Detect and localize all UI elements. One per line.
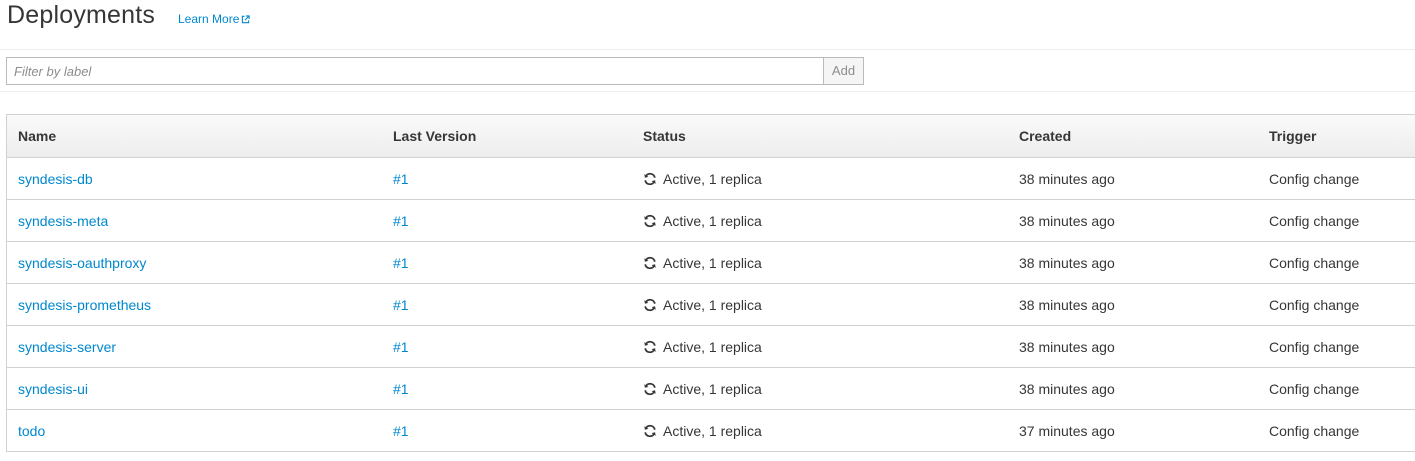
status-cell: Active, 1 replica <box>643 158 762 200</box>
table-row: syndesis-db #1 Active, 1 replica 38 minu… <box>7 158 1415 200</box>
created-text: 38 minutes ago <box>1019 297 1115 313</box>
last-version-link[interactable]: #1 <box>393 284 409 326</box>
last-version-link[interactable]: #1 <box>393 368 409 410</box>
sync-icon <box>644 298 656 312</box>
status-text: Active, 1 replica <box>663 255 762 271</box>
status-cell: Active, 1 replica <box>643 410 762 452</box>
table-row: syndesis-meta #1 Active, 1 replica 38 mi… <box>7 200 1415 242</box>
created-text: 38 minutes ago <box>1019 255 1115 271</box>
last-version-link[interactable]: #1 <box>393 242 409 284</box>
trigger-text: Config change <box>1269 213 1360 229</box>
column-header-trigger[interactable]: Trigger <box>1269 115 1316 157</box>
deployment-name-link[interactable]: syndesis-prometheus <box>18 284 151 326</box>
sync-icon <box>644 172 656 186</box>
page-title: Deployments <box>7 1 156 29</box>
table-row: syndesis-prometheus #1 Active, 1 replica… <box>7 284 1415 326</box>
sync-icon <box>644 382 656 396</box>
deployment-name-link[interactable]: syndesis-db <box>18 158 93 200</box>
sync-icon <box>644 214 656 228</box>
learn-more-link[interactable]: Learn More <box>178 12 251 26</box>
trigger-text: Config change <box>1269 381 1360 397</box>
created-text: 37 minutes ago <box>1019 423 1115 439</box>
sync-icon <box>644 256 656 270</box>
page-header: Deployments Learn More <box>0 0 1415 50</box>
last-version-link[interactable]: #1 <box>393 326 409 368</box>
sync-icon <box>644 340 656 354</box>
status-cell: Active, 1 replica <box>643 200 762 242</box>
deployment-name-link[interactable]: todo <box>18 410 45 452</box>
status-cell: Active, 1 replica <box>643 326 762 368</box>
trigger-text: Config change <box>1269 171 1360 187</box>
status-text: Active, 1 replica <box>663 423 762 439</box>
column-header-last-version[interactable]: Last Version <box>393 115 476 157</box>
deployment-name-link[interactable]: syndesis-server <box>18 326 116 368</box>
status-text: Active, 1 replica <box>663 213 762 229</box>
trigger-text: Config change <box>1269 423 1360 439</box>
table-row: syndesis-oauthproxy #1 Active, 1 replica… <box>7 242 1415 284</box>
status-cell: Active, 1 replica <box>643 284 762 326</box>
deployment-name-link[interactable]: syndesis-ui <box>18 368 88 410</box>
table-row: syndesis-server #1 Active, 1 replica 38 … <box>7 326 1415 368</box>
status-cell: Active, 1 replica <box>643 242 762 284</box>
deployment-name-link[interactable]: syndesis-meta <box>18 200 108 242</box>
last-version-link[interactable]: #1 <box>393 158 409 200</box>
status-cell: Active, 1 replica <box>643 368 762 410</box>
table-header: Name Last Version Status Created Trigger <box>7 115 1415 158</box>
trigger-text: Config change <box>1269 297 1360 313</box>
deployments-table: Name Last Version Status Created Trigger… <box>6 114 1415 452</box>
learn-more-label: Learn More <box>178 12 240 26</box>
created-text: 38 minutes ago <box>1019 171 1115 187</box>
table-body: syndesis-db #1 Active, 1 replica 38 minu… <box>7 158 1415 452</box>
table-row: todo #1 Active, 1 replica 37 minutes ago… <box>7 410 1415 452</box>
status-text: Active, 1 replica <box>663 171 762 187</box>
deployment-name-link[interactable]: syndesis-oauthproxy <box>18 242 146 284</box>
created-text: 38 minutes ago <box>1019 381 1115 397</box>
filter-toolbar: Add <box>0 49 1415 92</box>
status-text: Active, 1 replica <box>663 381 762 397</box>
trigger-text: Config change <box>1269 339 1360 355</box>
external-link-icon <box>242 14 251 23</box>
column-header-name[interactable]: Name <box>18 115 56 157</box>
sync-icon <box>644 424 656 438</box>
column-header-status[interactable]: Status <box>643 115 686 157</box>
status-text: Active, 1 replica <box>663 297 762 313</box>
last-version-link[interactable]: #1 <box>393 410 409 452</box>
filter-by-label-input[interactable] <box>6 57 823 85</box>
status-text: Active, 1 replica <box>663 339 762 355</box>
deployments-page: Deployments Learn More Add Name Last Ver… <box>0 0 1415 461</box>
column-header-created[interactable]: Created <box>1019 115 1071 157</box>
created-text: 38 minutes ago <box>1019 339 1115 355</box>
created-text: 38 minutes ago <box>1019 213 1115 229</box>
add-filter-button[interactable]: Add <box>823 57 864 85</box>
last-version-link[interactable]: #1 <box>393 200 409 242</box>
table-row: syndesis-ui #1 Active, 1 replica 38 minu… <box>7 368 1415 410</box>
trigger-text: Config change <box>1269 255 1360 271</box>
